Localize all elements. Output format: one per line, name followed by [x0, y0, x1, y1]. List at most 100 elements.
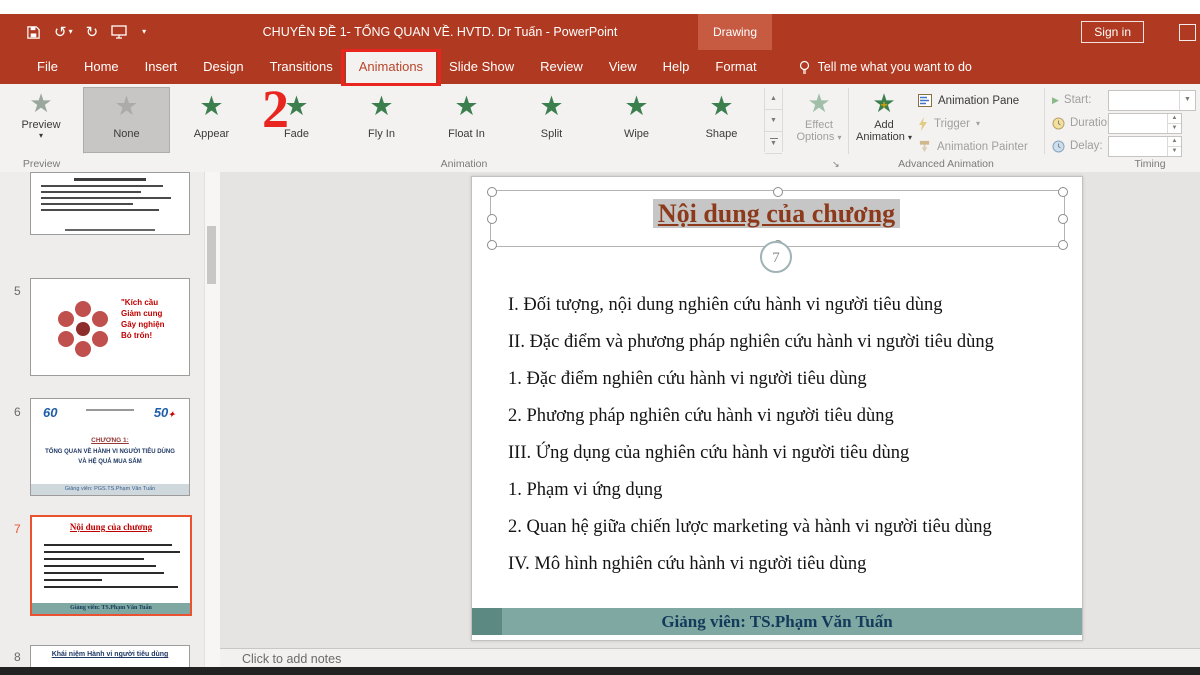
qat-customize-icon[interactable]: ▾	[142, 28, 146, 36]
thumbnail-footer: Giảng viên: PGS.TS.Phạm Văn Tuấn	[31, 484, 189, 495]
body-line: IV. Mô hình nghiên cứu hành vi người tiê…	[508, 546, 1070, 583]
animation-shape[interactable]: ★ Shape	[679, 88, 764, 152]
slide-number-badge[interactable]: 7	[760, 241, 792, 273]
animation-pane-button[interactable]: Animation Pane	[918, 90, 1019, 111]
duration-spinner[interactable]: ▲ ▼	[1108, 113, 1182, 134]
start-play-icon: ▶	[1052, 95, 1059, 106]
tab-help[interactable]: Help	[650, 50, 703, 84]
undo-icon[interactable]: ↺▾	[54, 25, 73, 40]
preview-button[interactable]: ★ Preview ▾	[10, 87, 72, 140]
animation-dialog-launcher-icon[interactable]: ↘	[832, 159, 840, 170]
spinner-down-icon[interactable]: ▼	[1167, 124, 1181, 133]
tab-home[interactable]: Home	[71, 50, 132, 84]
animation-split[interactable]: ★ Split	[509, 88, 594, 152]
ribbon-display-options-icon[interactable]	[1179, 24, 1196, 41]
tell-me-box[interactable]: Tell me what you want to do	[798, 50, 972, 84]
animation-painter-brush-icon	[918, 140, 931, 153]
effect-options-label-2: Options ▾	[797, 131, 842, 143]
tab-slide-show[interactable]: Slide Show	[436, 50, 527, 84]
delay-spinner[interactable]: ▲ ▼	[1108, 136, 1182, 157]
spinner-up-icon[interactable]: ▲	[1167, 137, 1181, 147]
slide-thumbnail-6[interactable]: 60 50✦ CHƯƠNG 1: TỔNG QUAN VỀ HÀNH VI NG…	[30, 398, 190, 496]
text-line-placeholder	[41, 191, 141, 193]
effect-options-button[interactable]: ★ Effect Options ▾	[790, 87, 848, 143]
tab-transitions[interactable]: Transitions	[257, 50, 346, 84]
selection-handle[interactable]	[487, 187, 497, 197]
slide-thumbnail-4[interactable]	[30, 172, 190, 235]
add-animation-star-icon: ★+	[872, 87, 895, 119]
diagram-circle	[58, 331, 74, 347]
slide-thumbnail-5[interactable]: "Kích cầu Giảm cung Gây nghiện Bỏ trốn!	[30, 278, 190, 376]
tab-file[interactable]: File	[24, 50, 71, 84]
workspace: 5 "Kích cầu Giảm cung Gây nghiện Bỏ trốn…	[0, 172, 1200, 667]
tab-review[interactable]: Review	[527, 50, 596, 84]
slide-thumbnail-7[interactable]: Nội dung của chương Giảng viên: TS.Phạm …	[30, 515, 192, 616]
star-icon: ★	[509, 88, 594, 124]
selection-handle[interactable]	[773, 187, 783, 197]
group-label-timing: Timing	[1100, 158, 1200, 170]
slide-canvas[interactable]: Nội dung của chương 7 I. Đối tượng, nội …	[471, 176, 1083, 641]
animation-float-in[interactable]: ★ Float In	[424, 88, 509, 152]
animation-appear[interactable]: ★ Appear	[169, 88, 254, 152]
slide-thumbnail-8[interactable]: Khái niệm Hành vi người tiêu dùng	[30, 645, 190, 667]
delay-clock-icon	[1052, 140, 1065, 153]
start-slideshow-icon[interactable]	[111, 25, 127, 39]
window-title: CHUYÊN ĐỀ 1- TỔNG QUAN VỀ. HVTD. Dr Tuấn…	[235, 14, 645, 50]
start-label: Start:	[1064, 94, 1091, 106]
selection-handle[interactable]	[487, 240, 497, 250]
selection-handle[interactable]	[1058, 187, 1068, 197]
tab-design[interactable]: Design	[190, 50, 256, 84]
tab-format[interactable]: Format	[702, 50, 769, 84]
caption-line: Gây nghiện	[121, 319, 187, 330]
combo-caret-icon[interactable]: ▼	[1179, 91, 1195, 110]
notes-pane[interactable]: Click to add notes	[220, 648, 1200, 668]
star-icon: ★	[679, 88, 764, 124]
animation-label: Split	[541, 128, 562, 140]
start-combobox[interactable]: ▼	[1108, 90, 1196, 111]
effect-options-star-icon: ★	[807, 87, 830, 119]
slide-number-7: 7	[14, 522, 21, 536]
slide-footer-text: Giảng viên: TS.Phạm Văn Tuấn	[472, 608, 1082, 635]
tab-view[interactable]: View	[596, 50, 650, 84]
scrollbar-thumb[interactable]	[207, 226, 216, 284]
animation-none[interactable]: ★ None	[84, 88, 169, 152]
body-line: II. Đặc điểm và phương pháp nghiên cứu h…	[508, 324, 1070, 361]
sign-in-button[interactable]: Sign in	[1081, 21, 1144, 43]
gallery-scroll-down-icon[interactable]: ▼	[765, 110, 782, 132]
animation-painter-button[interactable]: Animation Painter	[918, 136, 1028, 157]
slide-footer-bar[interactable]: Giảng viên: TS.Phạm Văn Tuấn	[472, 608, 1082, 635]
save-icon[interactable]	[26, 25, 41, 40]
slide-number-6: 6	[14, 405, 21, 419]
body-line: III. Ứng dụng của nghiên cứu hành vi ngư…	[508, 435, 1070, 472]
thumbnail-panel-scrollbar[interactable]	[204, 172, 221, 667]
text-line-placeholder	[41, 209, 159, 211]
delay-label: Delay:	[1070, 140, 1103, 152]
gallery-more-icon[interactable]: ▼	[765, 132, 782, 154]
tab-animations-label: Animations	[359, 59, 423, 74]
tab-insert[interactable]: Insert	[132, 50, 191, 84]
spinner-down-icon[interactable]: ▼	[1167, 147, 1181, 156]
trigger-button[interactable]: Trigger ▾	[918, 113, 980, 134]
slide-number-5: 5	[14, 284, 21, 298]
animation-wipe[interactable]: ★ Wipe	[594, 88, 679, 152]
delay-row: Delay:	[1052, 136, 1103, 156]
add-animation-button[interactable]: ★+ Add Animation ▾	[852, 87, 916, 143]
spinner-up-icon[interactable]: ▲	[1167, 114, 1181, 124]
animation-painter-label: Animation Painter	[937, 141, 1028, 153]
body-line: 2. Phương pháp nghiên cứu hành vi người …	[508, 398, 1070, 435]
dropdown-caret-icon: ▾	[908, 133, 912, 142]
diagram-circle	[75, 301, 91, 317]
redo-icon[interactable]: ↻	[86, 25, 99, 40]
animation-fade[interactable]: ★ Fade	[254, 88, 339, 152]
text-line-placeholder	[44, 565, 156, 567]
star-icon: ★	[84, 88, 169, 124]
chapter-heading: CHƯƠNG 1:	[31, 437, 189, 444]
selection-handle[interactable]	[1058, 240, 1068, 250]
gallery-scroll-up-icon[interactable]: ▲	[765, 88, 782, 110]
animation-fly-in[interactable]: ★ Fly In	[339, 88, 424, 152]
tab-animations[interactable]: Animations	[346, 50, 436, 84]
caption-line: Giảm cung	[121, 308, 187, 319]
text-line-placeholder	[44, 572, 164, 574]
slide-body-text[interactable]: I. Đối tượng, nội dung nghiên cứu hành v…	[508, 287, 1070, 583]
slide-title[interactable]: Nội dung của chương	[490, 199, 1063, 229]
